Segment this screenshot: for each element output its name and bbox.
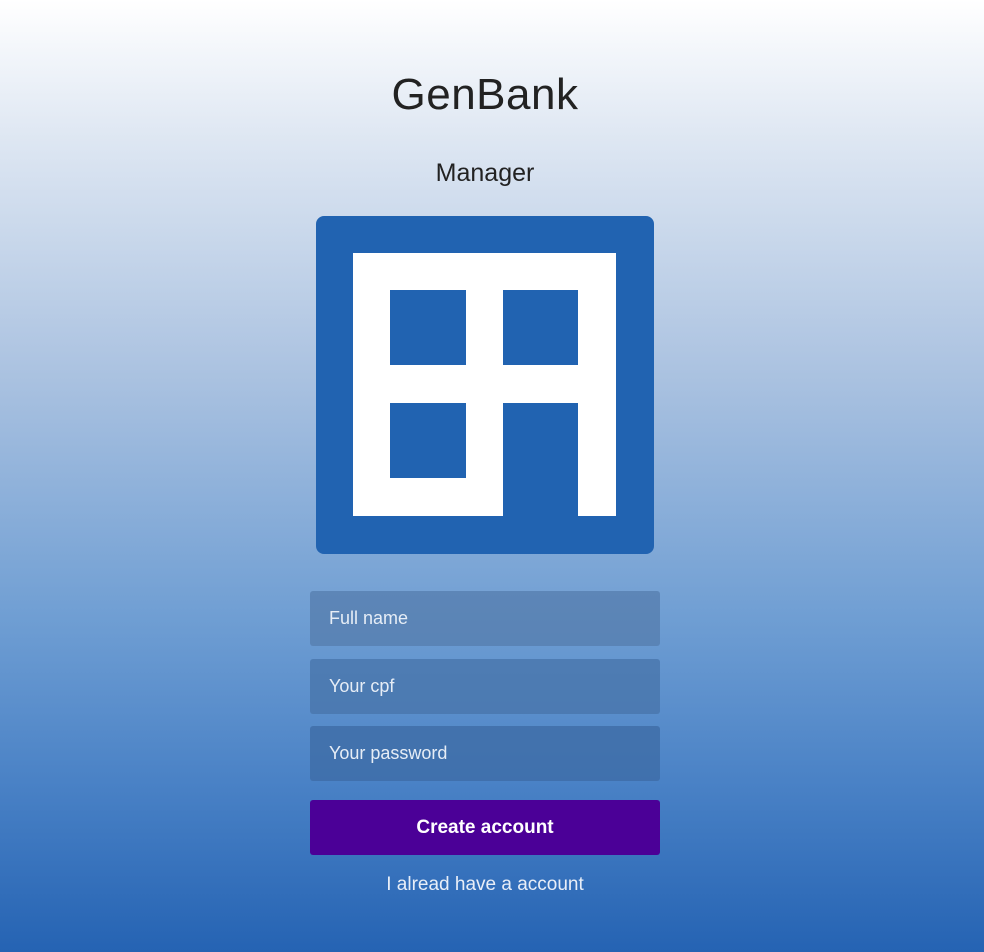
building-icon bbox=[316, 216, 654, 554]
window-bottom-left bbox=[390, 403, 466, 478]
building-door bbox=[503, 403, 578, 516]
password-input[interactable] bbox=[310, 726, 660, 781]
cpf-input[interactable] bbox=[310, 659, 660, 714]
page-title: GenBank bbox=[391, 70, 579, 119]
building-wall bbox=[353, 253, 616, 516]
create-account-button[interactable]: Create account bbox=[310, 800, 660, 855]
page-subtitle: Manager bbox=[435, 159, 535, 187]
login-link[interactable]: I alread have a account bbox=[0, 874, 970, 896]
full-name-input[interactable] bbox=[310, 591, 660, 646]
window-top-right bbox=[503, 290, 578, 365]
window-top-left bbox=[390, 290, 466, 365]
